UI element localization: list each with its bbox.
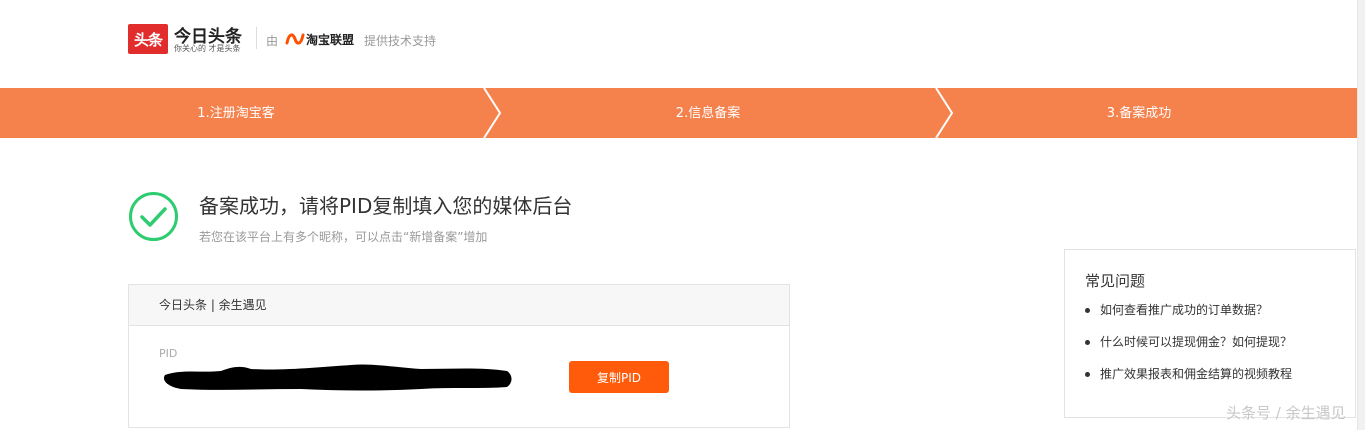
header-support-text: 提供技术支持 — [364, 34, 437, 48]
success-title: 备案成功，请将PID复制填入您的媒体后台 — [199, 194, 573, 218]
faq-item[interactable]: 如何查看推广成功的订单数据？ — [1085, 302, 1292, 334]
success-check-icon — [129, 192, 178, 241]
taobao-alliance-logo-icon — [285, 33, 305, 45]
header-by-text: 由 — [266, 34, 279, 48]
bullet-icon — [1085, 308, 1090, 313]
step-2: 2.信息备案 — [675, 106, 741, 121]
pid-redaction-mark — [163, 364, 512, 391]
watermark: 头条号 / 余生遇见 — [1226, 404, 1346, 422]
page-scrollbar[interactable] — [1357, 0, 1365, 430]
pid-card: 今日头条 | 余生遇见 PID 复制PID — [128, 284, 790, 428]
faq-title: 常见问题 — [1085, 272, 1146, 290]
step-1: 1.注册淘宝客 — [197, 106, 275, 121]
faq-item-link[interactable]: 如何查看推广成功的订单数据？ — [1100, 303, 1268, 317]
bullet-icon — [1085, 372, 1090, 377]
faq-item-link[interactable]: 什么时候可以提现佣金？如何提现？ — [1100, 335, 1292, 349]
header-divider — [256, 27, 257, 49]
faq-item[interactable]: 推广效果报表和佣金结算的视频教程 — [1085, 366, 1292, 398]
pid-label: PID — [159, 347, 178, 360]
faq-list: 如何查看推广成功的订单数据？ 什么时候可以提现佣金？如何提现？ 推广效果报表和佣… — [1085, 302, 1292, 398]
progress-steps: 1.注册淘宝客 2.信息备案 3.备案成功 — [0, 88, 1357, 138]
copy-pid-button[interactable]: 复制PID — [569, 361, 669, 393]
success-hint: 若您在该平台上有多个昵称，可以点击“新增备案”增加 — [199, 230, 488, 244]
pid-card-header: 今日头条 | 余生遇见 — [129, 285, 789, 326]
toutiao-logo-badge[interactable]: 头条 — [128, 24, 168, 54]
faq-item-link[interactable]: 推广效果报表和佣金结算的视频教程 — [1100, 367, 1292, 381]
toutiao-slogan: 你关心的 才是头条 — [174, 44, 241, 53]
taobao-alliance-name: 淘宝联盟 — [306, 33, 355, 47]
bullet-icon — [1085, 340, 1090, 345]
faq-item[interactable]: 什么时候可以提现佣金？如何提现？ — [1085, 334, 1292, 366]
step-3: 3.备案成功 — [1106, 106, 1172, 121]
faq-panel: 常见问题 如何查看推广成功的订单数据？ 什么时候可以提现佣金？如何提现？ 推广效… — [1064, 249, 1356, 418]
site-header: 头条 今日头条 你关心的 才是头条 由 淘宝联盟 提供技术支持 — [0, 0, 1365, 88]
